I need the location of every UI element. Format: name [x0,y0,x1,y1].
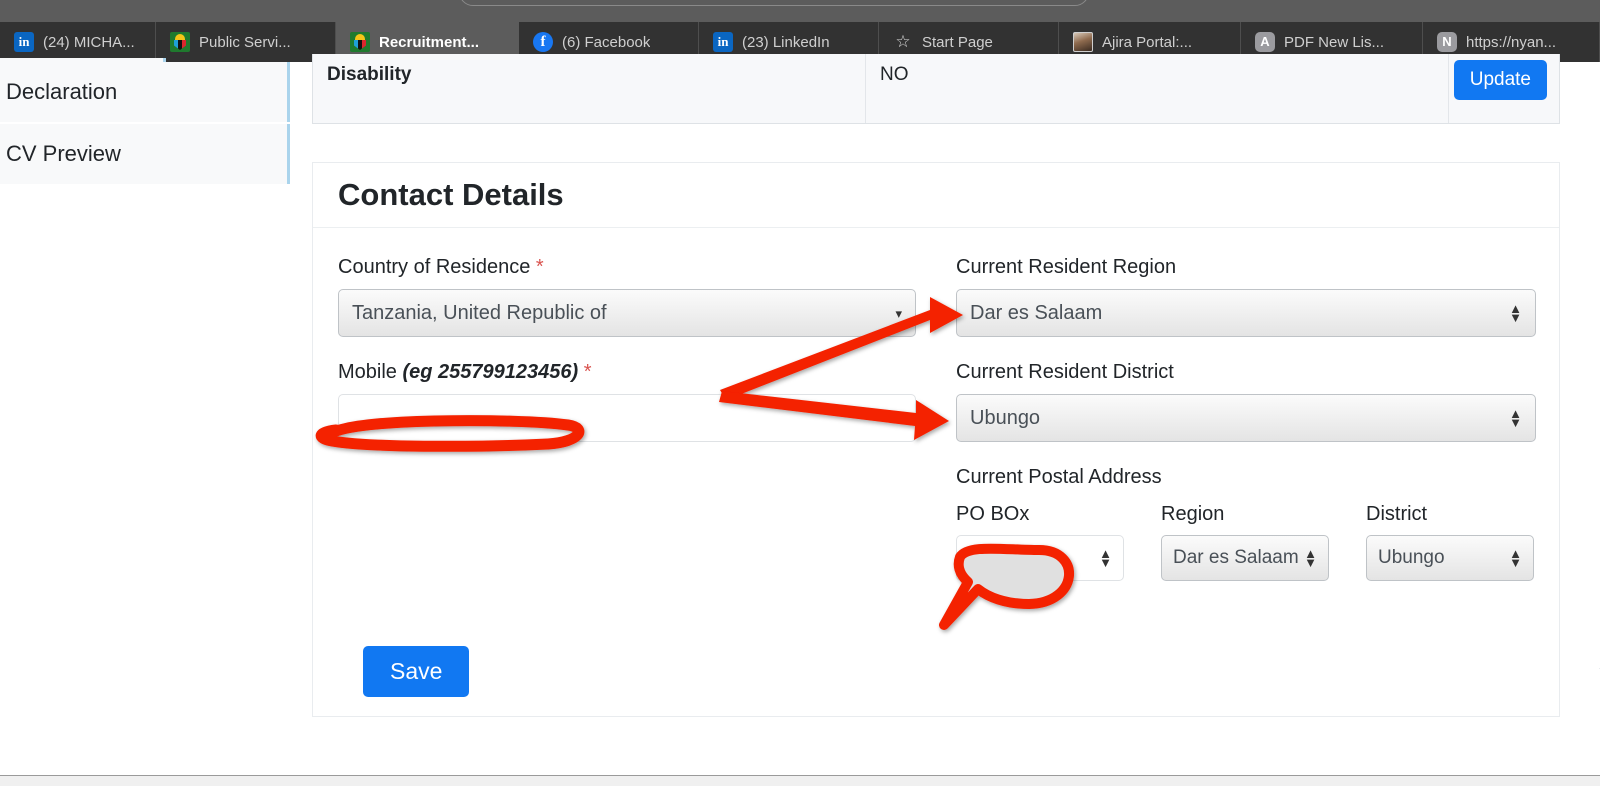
postal-district-label: District [1366,503,1428,525]
mobile-label: Mobile (eg 255799123456) * [338,361,916,384]
browser-tab-title: (6) Facebook [562,33,651,51]
current-resident-region-select[interactable]: Dar es Salaam ▲ ▼ [956,289,1536,337]
field-current-resident-district: Current Resident District Ubungo ▲ ▼ [956,361,1536,442]
po-box-label: PO BOx [956,503,1030,525]
table-row: Disability NO Update [313,54,1559,123]
field-po-box: PO BOx ▲ ▼ [956,503,1124,581]
chevron-updown-icon: ▲ ▼ [1509,546,1522,570]
form-column-left: Country of Residence * Tanzania, United … [338,256,916,697]
mobile-hint-text: (eg 255799123456) [402,361,579,383]
browser-tab-title: Start Page [922,33,993,51]
browser-tab-title: Recruitment... [379,33,480,51]
linkedin-icon: in [713,32,733,52]
browser-tab-title: Public Servi... [199,33,291,51]
save-button[interactable]: Save [363,646,470,697]
chevron-updown-icon: ▲ ▼ [1304,546,1317,570]
browser-tab-title: https://nyan... [1466,33,1557,51]
select-value: Tanzania, United Republic of [352,301,607,324]
chevron-updown-icon: ▾ [895,305,902,321]
postal-fields-row: PO BOx ▲ ▼ Region Dar es Salaam ▲ ▼ Dist… [956,503,1536,581]
star-icon: ☆ [895,32,911,51]
field-postal-district: District Ubungo ▲ ▼ [1366,503,1534,581]
table-cell-value: NO [866,54,1449,123]
browser-tab-1[interactable]: Public Servi... [156,22,336,62]
table-cell-label: Disability [313,54,866,123]
current-resident-region-label: Current Resident Region [956,256,1177,278]
required-marker: * [583,361,592,383]
label-text: Country of Residence [338,256,531,278]
photo-thumbnail-icon [1073,32,1093,52]
form-column-right: Current Resident Region Dar es Salaam ▲ ▼… [956,256,1600,669]
contact-details-header: Contact Details [313,163,1559,228]
number-spinner-icon[interactable]: ▲ ▼ [1099,547,1112,569]
sidebar-item-declaration[interactable]: Declaration [0,62,290,122]
facebook-icon: f [533,32,553,52]
page-viewport: Declaration CV Preview Disability NO Upd… [0,54,1600,775]
contact-form: Country of Residence * Tanzania, United … [313,228,1600,697]
chevron-updown-icon: ▲ ▼ [1509,406,1522,430]
address-bar[interactable] [459,0,1089,6]
postal-region-select[interactable]: Dar es Salaam ▲ ▼ [1161,535,1329,581]
postal-region-label: Region [1161,503,1225,525]
linkedin-icon: in [14,32,34,52]
browser-chrome: in (24) MICHA... Public Servi... Recruitmen… [0,0,1600,62]
select-value: Dar es Salaam [970,301,1103,324]
browser-tab-title: Ajira Portal:... [1102,33,1193,51]
sidebar-top-edge [0,58,166,62]
page-title: Contact Details [338,177,564,212]
browser-tab-title: PDF New Lis... [1284,33,1385,51]
current-resident-district-select[interactable]: Ubungo ▲ ▼ [956,394,1536,442]
label-text: Mobile [338,361,397,383]
postal-district-select[interactable]: Ubungo ▲ ▼ [1366,535,1534,581]
sidebar: Declaration CV Preview [0,58,290,186]
tanzania-emblem-icon [170,32,190,52]
po-box-input[interactable]: ▲ ▼ [956,535,1124,581]
current-postal-address-group: Current Postal Address PO BOx ▲ ▼ Region… [956,466,1536,581]
field-mobile: Mobile (eg 255799123456) * [338,361,916,442]
sidebar-item-label: CV Preview [6,141,121,166]
sidebar-item-cv-preview[interactable]: CV Preview [0,124,290,184]
acrobat-icon: A [1255,32,1275,52]
mobile-input[interactable] [338,394,916,442]
browser-tab-0[interactable]: in (24) MICHA... [0,22,156,62]
required-marker: * [535,256,544,278]
select-value: Ubungo [970,406,1041,429]
sidebar-item-label: Declaration [6,79,118,104]
contact-details-card: Contact Details Country of Residence * T… [312,162,1600,717]
country-of-residence-select[interactable]: Tanzania, United Republic of ▾ [338,289,916,337]
chevron-updown-icon: ▲ ▼ [1509,301,1522,325]
update-button[interactable]: Update [1453,60,1547,100]
field-current-resident-region: Current Resident Region Dar es Salaam ▲ ▼ [956,256,1536,337]
select-value: Ubungo [1378,547,1445,568]
browser-tab-title: (24) MICHA... [43,33,135,51]
current-postal-address-label: Current Postal Address [956,466,1162,488]
notion-icon: N [1437,32,1457,52]
browser-tab-title: (23) LinkedIn [742,33,830,51]
window-bottom-strip [0,775,1600,786]
table-cell-action: Update [1449,54,1559,123]
field-country-of-residence: Country of Residence * Tanzania, United … [338,256,916,337]
tanzania-emblem-icon [350,32,370,52]
country-of-residence-label: Country of Residence * [338,256,916,279]
select-value: Dar es Salaam [1173,547,1299,568]
field-postal-region: Region Dar es Salaam ▲ ▼ [1161,503,1329,581]
personal-details-table: Disability NO Update [312,54,1560,124]
current-resident-district-label: Current Resident District [956,361,1174,383]
